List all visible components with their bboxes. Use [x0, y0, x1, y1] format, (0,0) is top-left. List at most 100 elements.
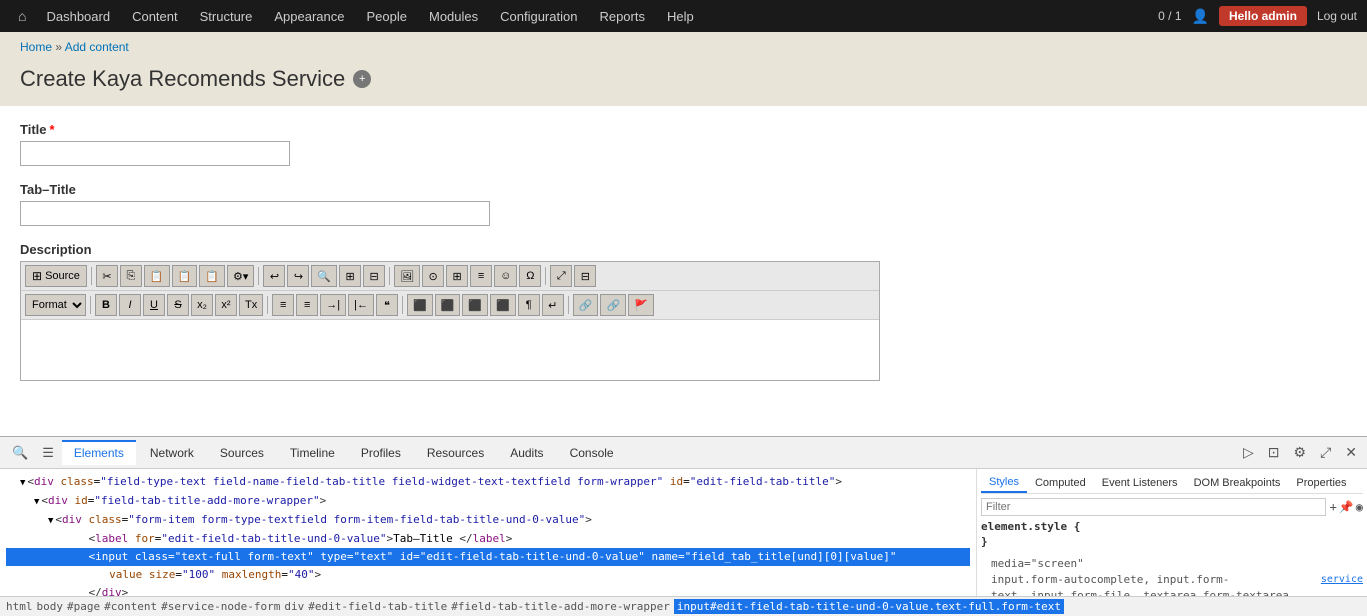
paste-button[interactable]: 📋: [144, 265, 170, 287]
copy-button[interactable]: ⎘: [120, 265, 142, 287]
devtools-tab-elements[interactable]: Elements: [62, 440, 136, 465]
align-justify-button[interactable]: ⬛: [490, 294, 516, 316]
anchor-button[interactable]: 🚩: [628, 294, 654, 316]
nav-appearance[interactable]: Appearance: [264, 3, 354, 30]
cut-button[interactable]: ✂: [96, 265, 118, 287]
styles-color-icon[interactable]: ◉: [1356, 500, 1363, 514]
unlink-button[interactable]: 🔗: [600, 294, 626, 316]
align-right-button[interactable]: ⬛: [462, 294, 488, 316]
align-left-button[interactable]: ⬛: [407, 294, 433, 316]
styles-tab-dom-breakpoints[interactable]: DOM Breakpoints: [1186, 473, 1289, 493]
crumb-body[interactable]: body: [37, 600, 64, 613]
devtools-run-icon[interactable]: ▷: [1239, 442, 1258, 463]
devtools-tab-resources[interactable]: Resources: [415, 442, 496, 464]
top-nav-right: 0 / 1 👤 Hello admin Log out: [1158, 6, 1357, 26]
crumb-page[interactable]: #page: [67, 600, 100, 613]
crumb-content[interactable]: #content: [104, 600, 157, 613]
styles-tab-computed[interactable]: Computed: [1027, 473, 1094, 493]
italic-button[interactable]: I: [119, 294, 141, 316]
html-line-5: <input class="text-full form-text" type=…: [6, 548, 970, 566]
superscript-button[interactable]: x²: [215, 294, 237, 316]
table-button[interactable]: ⊞: [446, 265, 468, 287]
emoticon-button[interactable]: ☺: [494, 265, 517, 287]
logout-button[interactable]: Log out: [1317, 9, 1357, 23]
show-blocks-button[interactable]: ⊟: [574, 265, 596, 287]
lines-button[interactable]: ≡: [470, 265, 492, 287]
nav-people[interactable]: People: [357, 3, 417, 30]
table-remove-button[interactable]: ⊟: [363, 265, 385, 287]
style-source-link[interactable]: service: [1321, 572, 1363, 588]
indent-button[interactable]: →|: [320, 294, 346, 316]
nav-reports[interactable]: Reports: [589, 3, 655, 30]
outdent-button[interactable]: |←: [348, 294, 374, 316]
crumb-input-highlighted[interactable]: input#edit-field-tab-title-und-0-value.t…: [674, 599, 1064, 614]
styles-tab-properties[interactable]: Properties: [1288, 473, 1354, 493]
styles-add-rule-icon[interactable]: +: [1330, 500, 1337, 514]
page-info-icon[interactable]: +: [353, 70, 371, 88]
nav-dashboard[interactable]: Dashboard: [36, 3, 120, 30]
breadcrumb-add-content[interactable]: Add content: [65, 40, 129, 54]
devtools-elements-panel[interactable]: ▼<div class="field-type-text field-name-…: [0, 469, 977, 596]
source-button[interactable]: ⊞ Source: [25, 265, 87, 287]
devtools-search-icon[interactable]: 🔍: [6, 441, 34, 465]
devtools-settings-icon[interactable]: ⚙: [1290, 442, 1311, 463]
title-input[interactable]: [20, 141, 290, 166]
devtools-expand-icon[interactable]: ⤢: [1316, 442, 1335, 463]
blockquote-button[interactable]: ❝: [376, 294, 398, 316]
crumb-html[interactable]: html: [6, 600, 33, 613]
bidi-rtl-button[interactable]: ↵: [542, 294, 564, 316]
crumb-field-tab-title-add-more-wrapper[interactable]: #field-tab-title-add-more-wrapper: [451, 600, 670, 613]
html-line-3: ▼<div class="form-item form-type-textfie…: [6, 511, 970, 530]
devtools-tab-network[interactable]: Network: [138, 442, 206, 464]
unordered-list-button[interactable]: ≡: [296, 294, 318, 316]
paste-word-button[interactable]: 📋: [199, 265, 225, 287]
find-button[interactable]: 🔍: [311, 265, 337, 287]
special-char-button[interactable]: Ω: [519, 265, 541, 287]
format-select[interactable]: Format: [25, 294, 86, 316]
devtools-tab-sources[interactable]: Sources: [208, 442, 276, 464]
bold-button[interactable]: B: [95, 294, 117, 316]
devtools-tab-console[interactable]: Console: [558, 442, 626, 464]
styles-pin-icon[interactable]: 📌: [1339, 500, 1354, 514]
styles-tab-styles[interactable]: Styles: [981, 473, 1027, 493]
tab-title-input[interactable]: [20, 201, 490, 226]
subscript-button[interactable]: x₂: [191, 294, 213, 316]
remove-format-button[interactable]: Tx: [239, 294, 263, 316]
devtools-inspector-icon[interactable]: ☰: [36, 441, 60, 465]
home-icon[interactable]: ⌂: [10, 4, 34, 28]
devtools-tab-timeline[interactable]: Timeline: [278, 442, 347, 464]
nav-content[interactable]: Content: [122, 3, 188, 30]
maximize-button[interactable]: ⤢: [550, 265, 572, 287]
nav-structure[interactable]: Structure: [190, 3, 263, 30]
styles-tab-event-listeners[interactable]: Event Listeners: [1094, 473, 1186, 493]
nav-help[interactable]: Help: [657, 3, 704, 30]
ordered-list-button[interactable]: ≡: [272, 294, 294, 316]
table-add-button[interactable]: ⊞: [339, 265, 361, 287]
paste-text-button[interactable]: 📋: [172, 265, 198, 287]
bidi-ltr-button[interactable]: ¶: [518, 294, 540, 316]
spellcheck-button[interactable]: ⚙▾: [227, 265, 254, 287]
crumb-edit-field-tab-title[interactable]: #edit-field-tab-title: [308, 600, 447, 613]
breadcrumb-home[interactable]: Home: [20, 40, 52, 54]
underline-button[interactable]: U: [143, 294, 165, 316]
styles-filter-input[interactable]: [981, 498, 1326, 516]
image-button[interactable]: 🖼: [394, 265, 420, 287]
devtools-tab-audits[interactable]: Audits: [498, 442, 555, 464]
devtools-close-icon[interactable]: ✕: [1341, 442, 1361, 463]
flash-button[interactable]: ⊙: [422, 265, 444, 287]
crumb-service-node-form[interactable]: #service-node-form: [161, 600, 280, 613]
devtools-dock-icon[interactable]: ⊡: [1264, 442, 1284, 463]
style-selector-close-element: }: [981, 535, 1363, 548]
undo-button[interactable]: ↩: [263, 265, 285, 287]
align-center-button[interactable]: ⬛: [435, 294, 461, 316]
nav-configuration[interactable]: Configuration: [490, 3, 587, 30]
devtools-tab-profiles[interactable]: Profiles: [349, 442, 413, 464]
crumb-div[interactable]: div: [284, 600, 304, 613]
redo-button[interactable]: ↪: [287, 265, 309, 287]
link-button[interactable]: 🔗: [573, 294, 599, 316]
toolbar-separator-4: [545, 267, 546, 285]
strikethrough-button[interactable]: S: [167, 294, 189, 316]
editor-toolbar-row1: ⊞ Source ✂ ⎘ 📋 📋 📋 ⚙▾ ↩ ↪ 🔍 ⊞ ⊟ 🖼 ⊙ ⊞: [21, 262, 879, 291]
editor-content-area[interactable]: [21, 320, 879, 380]
nav-modules[interactable]: Modules: [419, 3, 488, 30]
